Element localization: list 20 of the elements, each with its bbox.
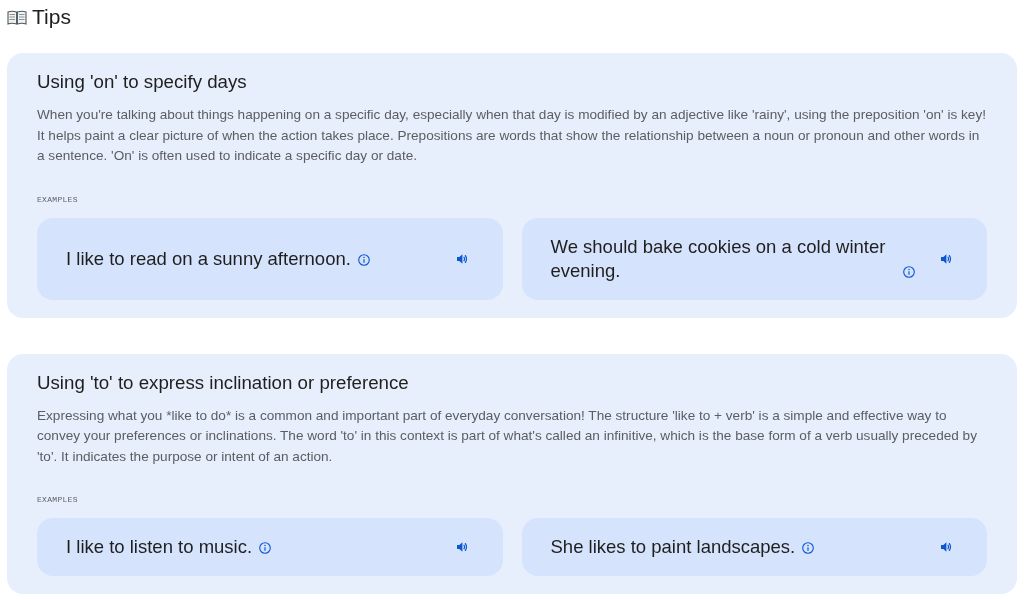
example-sentence: I like to listen to music. bbox=[66, 535, 253, 559]
example-sentence: We should bake cookies on a cold winter evening. bbox=[550, 234, 887, 283]
info-icon[interactable] bbox=[902, 265, 915, 278]
tip-description: When you're talking about things happening on a specific day, especially when that day is modified by an adjective like 'rainy', using the preposition 'on' is key! It helps paint a clear picture of when the action takes place. Prepositions are words that show the relationship between a noun or pronoun and other words in a sentence. 'On' is often used to indicate a specific day or date. bbox=[37, 106, 987, 165]
example-sentence: She likes to paint landscapes. bbox=[550, 535, 796, 559]
speaker-icon bbox=[455, 252, 468, 265]
examples-label: EXAMPLES bbox=[37, 494, 78, 506]
examples-label: EXAMPLES bbox=[37, 193, 78, 206]
open-book-icon bbox=[7, 9, 27, 25]
speaker-icon bbox=[940, 252, 952, 265]
example-sentence: I like to read on a sunny afternoon. bbox=[66, 246, 351, 271]
page-title: Tips bbox=[32, 4, 71, 30]
info-icon[interactable] bbox=[802, 542, 815, 554]
tip-title: Using 'to' to express inclination or preference bbox=[37, 370, 410, 395]
tip-description: Expressing what you *like to do* is a common and important part of everyday conversation! The structure 'like to + verb' is a simple and effective way to convey your preferences or inclinations. The word 'to' in this context is part of what's called an infinitive, which is the base form of a verb usually preceded by 'to'. It indicates the purpose or intent of an action. bbox=[37, 406, 978, 466]
tip-title: Using 'on' to specify days bbox=[37, 70, 248, 94]
speaker-icon bbox=[455, 541, 468, 553]
info-icon[interactable] bbox=[357, 253, 370, 266]
info-icon[interactable] bbox=[259, 542, 272, 554]
speaker-icon bbox=[940, 541, 952, 553]
